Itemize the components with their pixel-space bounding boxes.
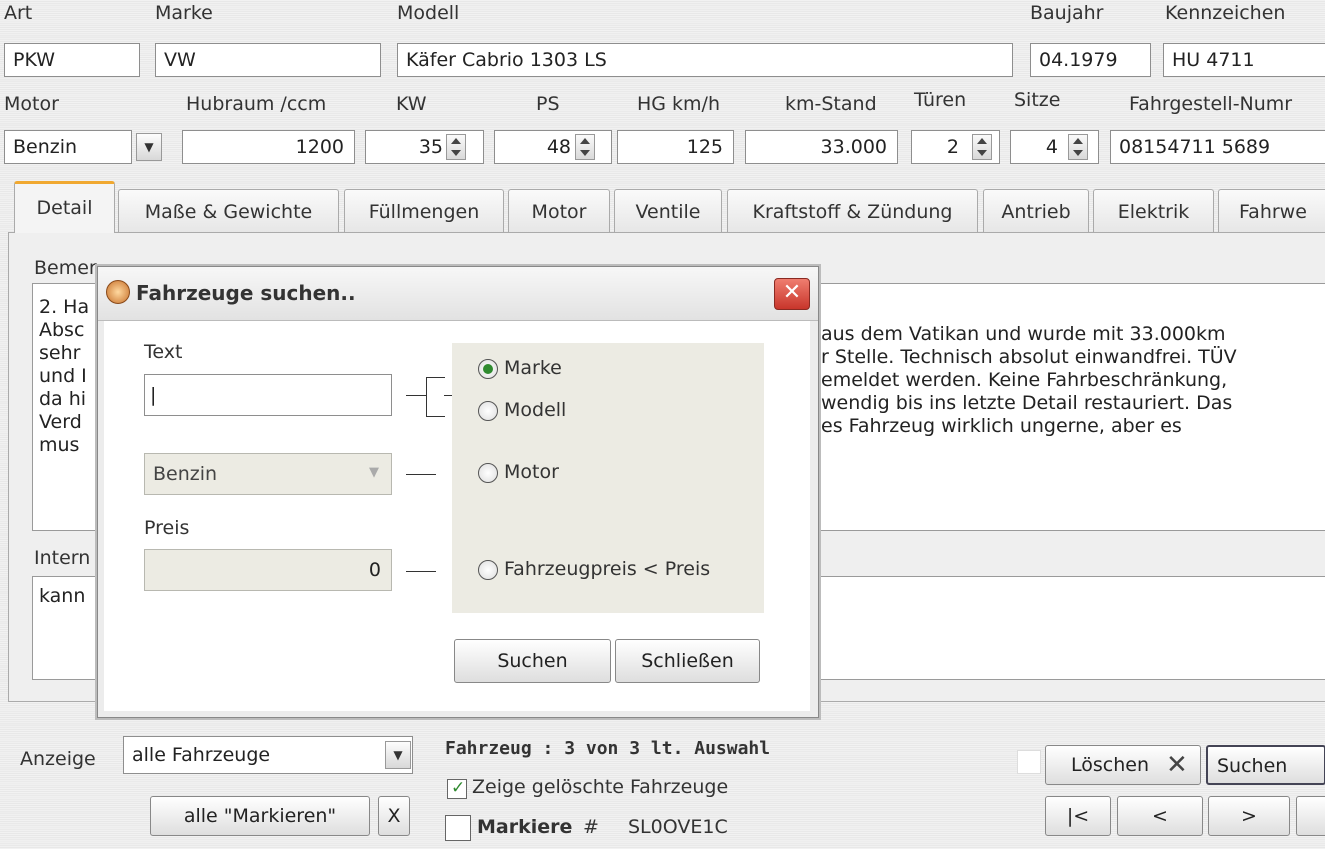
radio-fahrzeugpreis[interactable] [478, 560, 498, 580]
km-label: km-Stand [785, 93, 877, 115]
kw-spinner[interactable]: 35 [365, 130, 484, 164]
dialog-title: Fahrzeuge suchen.. [136, 281, 356, 305]
connector-line [406, 571, 436, 572]
marke-label: Marke [155, 2, 213, 24]
anzeige-select[interactable]: alle Fahrzeuge [123, 736, 413, 774]
spinner-arrows-icon[interactable] [1068, 134, 1088, 160]
motor-filter-select[interactable]: Benzin [144, 453, 392, 495]
tab-antrieb[interactable]: Antrieb [983, 189, 1089, 233]
fgn-label: Fahrgestell-Numr [1129, 93, 1293, 115]
remarks-left-text: 2. Ha Absc sehr und I da hi Verd mus [39, 296, 90, 456]
tab-motor[interactable]: Motor [508, 189, 610, 233]
motor-select[interactable]: Benzin [4, 130, 132, 164]
fgn-field[interactable]: 08154711 5689 [1110, 130, 1325, 164]
kennzeichen-field[interactable]: HU 4711 [1163, 43, 1325, 77]
ps-label: PS [536, 93, 560, 115]
mark-checkbox[interactable] [445, 815, 471, 841]
connector-line [406, 395, 426, 396]
delete-button[interactable]: Löschen ✕ [1045, 745, 1201, 785]
radio-marke[interactable] [478, 359, 498, 379]
delete-label: Löschen [1071, 754, 1149, 776]
show-deleted-label: Zeige gelöschte Fahrzeuge [472, 776, 729, 798]
tab-masse-gewichte[interactable]: Maße & Gewichte [118, 189, 339, 233]
mark-all-button[interactable]: alle "Markieren" [150, 796, 370, 836]
checkmark-icon: ✓ [451, 778, 466, 798]
marke-field[interactable]: VW [155, 43, 381, 77]
radio-modell[interactable] [478, 401, 498, 421]
nav-next-button[interactable]: > [1208, 796, 1290, 836]
art-label: Art [4, 2, 33, 24]
mark-label: Markiere [477, 816, 573, 838]
hubraum-label: Hubraum /ccm [186, 93, 327, 115]
nav-first-button[interactable]: |< [1045, 796, 1111, 836]
chevron-down-icon[interactable]: ▼ [136, 133, 162, 161]
dialog-close-button[interactable]: Schließen [615, 639, 760, 683]
sitze-label: Sitze [1014, 89, 1061, 111]
nav-prev-button[interactable]: < [1117, 796, 1203, 836]
clear-mark-button[interactable]: X [378, 796, 410, 836]
search-dialog: Fahrzeuge suchen.. ✕ Text | Marke Modell… [97, 266, 819, 718]
intern-text: kann [39, 585, 86, 607]
text-label: Text [144, 341, 183, 363]
tueren-label: Türen [914, 89, 967, 111]
connector-line [406, 474, 436, 475]
modell-label: Modell [397, 2, 460, 24]
modell-field[interactable]: Käfer Cabrio 1303 LS [397, 43, 1013, 77]
kennzeichen-label: Kennzeichen [1165, 2, 1286, 24]
tab-ventile[interactable]: Ventile [614, 189, 722, 233]
record-status: Fahrzeug : 3 von 3 lt. Auswahl [445, 738, 771, 759]
radio-motor[interactable] [478, 463, 498, 483]
app-icon [106, 280, 130, 304]
tab-fahrwerk[interactable]: Fahrwe [1218, 189, 1325, 233]
chevron-down-icon: ▼ [369, 465, 379, 480]
intern-label: Intern [34, 547, 91, 569]
nav-last-button[interactable] [1296, 796, 1325, 836]
radio-marke-label: Marke [504, 357, 562, 379]
bemerkung-label: Bemer [34, 257, 97, 279]
bracket-line [426, 377, 445, 417]
hg-field[interactable]: 125 [617, 130, 734, 164]
art-field[interactable]: PKW [4, 43, 140, 77]
preis-input[interactable]: 0 [144, 549, 392, 591]
tab-detail[interactable]: Detail [14, 181, 115, 233]
blank-checkbox[interactable] [1017, 750, 1041, 774]
km-field[interactable]: 33.000 [745, 130, 898, 164]
radio-motor-label: Motor [504, 461, 559, 483]
search-button[interactable]: Suchen [1206, 745, 1325, 785]
spinner-arrows-icon[interactable] [972, 134, 992, 160]
search-text-input[interactable]: | [144, 374, 392, 416]
anzeige-label: Anzeige [20, 748, 96, 770]
remarks-right-text: aus dem Vatikan und wurde mit 33.000km r… [821, 323, 1237, 437]
hubraum-field[interactable]: 1200 [182, 130, 355, 164]
dialog-body: Text | Marke Modell Benzin ▼ Motor Preis… [104, 321, 810, 711]
mark-hash: # [583, 816, 599, 838]
baujahr-label: Baujahr [1030, 2, 1104, 24]
mark-code: SL0OVE1C [628, 816, 728, 838]
dialog-search-button[interactable]: Suchen [454, 639, 611, 683]
hg-label: HG km/h [637, 93, 721, 115]
kw-label: KW [396, 93, 427, 115]
dialog-close-icon[interactable]: ✕ [774, 278, 810, 310]
baujahr-field[interactable]: 04.1979 [1030, 43, 1151, 77]
spinner-arrows-icon[interactable] [446, 134, 466, 160]
show-deleted-checkbox[interactable]: ✓ [447, 778, 467, 799]
motor-label: Motor [4, 93, 59, 115]
tab-elektrik[interactable]: Elektrik [1093, 189, 1214, 233]
radio-modell-label: Modell [504, 399, 567, 421]
tab-kraftstoff-zuendung[interactable]: Kraftstoff & Zündung [727, 189, 978, 233]
tab-fuellmengen[interactable]: Füllmengen [344, 189, 504, 233]
chevron-down-icon[interactable]: ▼ [385, 741, 411, 769]
spinner-arrows-icon[interactable] [575, 134, 595, 160]
close-icon: ✕ [1166, 750, 1188, 780]
dialog-titlebar[interactable]: Fahrzeuge suchen.. ✕ [98, 267, 818, 321]
preis-label: Preis [144, 517, 190, 539]
radio-fahrzeugpreis-label: Fahrzeugpreis < Preis [504, 558, 711, 580]
